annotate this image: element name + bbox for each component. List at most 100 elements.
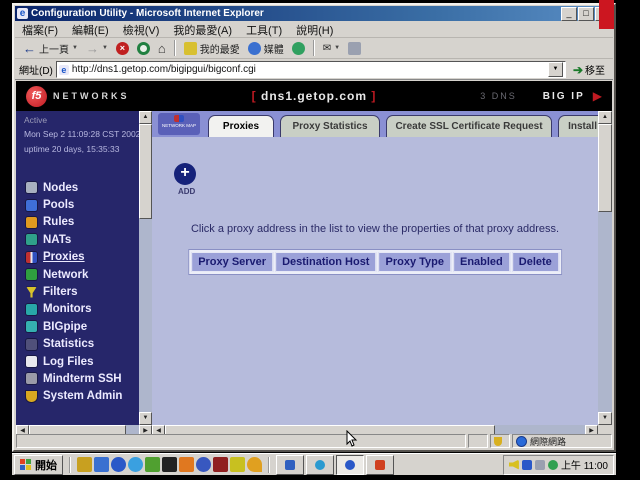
task-button[interactable] (276, 455, 304, 475)
app-icon (285, 460, 295, 470)
scroll-thumb[interactable] (139, 124, 152, 219)
windows-logo-icon (20, 459, 32, 471)
column-destination-host[interactable]: Destination Host (275, 252, 376, 272)
forward-button[interactable]: → ▼ (82, 40, 112, 57)
security-icon (494, 437, 502, 446)
sidebar-item-nodes[interactable]: Nodes (26, 179, 136, 196)
url-text[interactable]: http://dns1.getop.com/bigipgui/bigconf.c… (72, 64, 548, 75)
sidebar-uptime: uptime 20 days, 15:35:33 (24, 144, 119, 154)
print-button[interactable] (344, 41, 365, 56)
sidebar-item-filters[interactable]: Filters (26, 283, 136, 300)
tab-strip: NETWORK MAP Proxies Proxy Statistics Cre… (152, 111, 598, 137)
clock[interactable]: 上午 11:00 (561, 457, 608, 472)
scroll-up-icon[interactable]: ▲ (598, 111, 612, 124)
favorites-label: 我的最愛 (200, 41, 240, 56)
start-button[interactable]: 開始 (14, 455, 63, 475)
back-button[interactable]: ← 上一頁 ▼ (19, 40, 82, 57)
menu-tools[interactable]: 工具(T) (239, 22, 289, 38)
tab-proxies[interactable]: Proxies (208, 115, 274, 137)
back-dropdown-icon[interactable]: ▼ (72, 45, 78, 51)
sidebar-item-monitors[interactable]: Monitors (26, 301, 136, 318)
mail-button[interactable]: ✉ ▼ (319, 42, 344, 55)
toolbar-divider (174, 40, 176, 56)
scroll-down-icon[interactable]: ▼ (598, 412, 612, 425)
sidebar-item-network[interactable]: Network (26, 266, 136, 283)
sidebar-item-label: Monitors (43, 303, 92, 315)
url-input[interactable]: e http://dns1.getop.com/bigipgui/bigconf… (56, 61, 566, 78)
network-map-button[interactable]: NETWORK MAP (158, 113, 200, 135)
tray-icon[interactable] (548, 460, 558, 470)
history-button[interactable] (288, 41, 309, 56)
tab-install-ssl-certificate[interactable]: Install SSL Certif (558, 115, 598, 137)
mail-dropdown-icon[interactable]: ▼ (334, 45, 340, 51)
column-enabled[interactable]: Enabled (453, 252, 510, 272)
task-button[interactable] (366, 455, 394, 475)
forward-dropdown-icon[interactable]: ▼ (102, 45, 108, 51)
scroll-down-icon[interactable]: ▼ (139, 412, 152, 425)
nav-3dns[interactable]: 3 DNS (480, 91, 517, 101)
quicklaunch-icon[interactable] (94, 457, 109, 472)
quicklaunch-icon[interactable] (162, 457, 177, 472)
go-label: 移至 (585, 62, 605, 77)
add-button[interactable]: + (174, 163, 196, 185)
sidebar-item-nats[interactable]: NATs (26, 231, 136, 248)
network-map-label: NETWORK MAP (158, 123, 200, 128)
volume-icon[interactable] (509, 460, 519, 470)
stop-button[interactable]: × (112, 41, 133, 56)
quicklaunch-icon[interactable] (145, 457, 160, 472)
quicklaunch-icon[interactable] (128, 457, 143, 472)
print-icon (348, 42, 361, 55)
quicklaunch-icon[interactable] (230, 457, 245, 472)
minimize-button[interactable]: _ (561, 7, 577, 21)
sidebar-nav: Nodes Pools Rules NATs Proxies Network F… (26, 179, 136, 405)
task-button[interactable] (306, 455, 334, 475)
quicklaunch-icon[interactable] (77, 457, 92, 472)
nav-bigip[interactable]: BIG IP (543, 91, 585, 102)
go-button[interactable]: ➔ 移至 (569, 62, 609, 77)
url-dropdown-icon[interactable]: ▼ (548, 62, 563, 77)
menu-help[interactable]: 說明(H) (289, 22, 340, 38)
mail-icon: ✉ (323, 43, 331, 54)
sidebar-scrollbar[interactable]: ▲ ▼ (139, 111, 152, 425)
column-delete[interactable]: Delete (512, 252, 559, 272)
column-proxy-type[interactable]: Proxy Type (378, 252, 451, 272)
scroll-thumb[interactable] (598, 124, 612, 212)
menu-edit[interactable]: 編輯(E) (65, 22, 116, 38)
sidebar-item-mindterm-ssh[interactable]: Mindterm SSH (26, 370, 136, 387)
sidebar-item-rules[interactable]: Rules (26, 214, 136, 231)
sidebar-item-log-files[interactable]: Log Files (26, 353, 136, 370)
tab-proxy-statistics[interactable]: Proxy Statistics (280, 115, 380, 137)
refresh-button[interactable] (133, 41, 154, 56)
content-scrollbar[interactable]: ▲ ▼ (598, 111, 612, 425)
quicklaunch-icon[interactable] (213, 457, 228, 472)
task-button-active[interactable] (336, 455, 364, 475)
sidebar-item-statistics[interactable]: Statistics (26, 336, 136, 353)
tab-create-ssl-certificate-request[interactable]: Create SSL Certificate Request (386, 115, 552, 137)
sidebar-item-label: Mindterm SSH (43, 373, 122, 385)
system-tray: 上午 11:00 (503, 455, 614, 475)
quicklaunch-icon[interactable] (111, 457, 126, 472)
menu-file[interactable]: 檔案(F) (15, 22, 65, 38)
sidebar-item-proxies[interactable]: Proxies (26, 249, 136, 266)
back-icon: ← (23, 41, 36, 56)
maximize-button[interactable]: □ (578, 7, 594, 21)
media-button[interactable]: 媒體 (244, 40, 288, 57)
pools-icon (26, 200, 37, 211)
sidebar-item-system-admin[interactable]: System Admin (26, 388, 136, 405)
toolbar-divider (313, 40, 315, 56)
tray-icon[interactable] (535, 460, 545, 470)
sidebar-item-bigpipe[interactable]: BIGpipe (26, 318, 136, 335)
quicklaunch-icon[interactable] (179, 457, 194, 472)
favorites-button[interactable]: 我的最愛 (180, 40, 244, 57)
column-proxy-server[interactable]: Proxy Server (191, 252, 273, 272)
sidebar-item-pools[interactable]: Pools (26, 196, 136, 213)
menu-favorites[interactable]: 我的最愛(A) (166, 22, 239, 38)
scroll-up-icon[interactable]: ▲ (139, 111, 152, 124)
tray-icon[interactable] (522, 460, 532, 470)
start-label: 開始 (35, 457, 57, 473)
quicklaunch-icon[interactable] (247, 457, 262, 472)
status-security-pane (490, 434, 510, 448)
home-button[interactable]: ⌂ (154, 40, 170, 57)
menu-view[interactable]: 檢視(V) (116, 22, 167, 38)
quicklaunch-icon[interactable] (196, 457, 211, 472)
